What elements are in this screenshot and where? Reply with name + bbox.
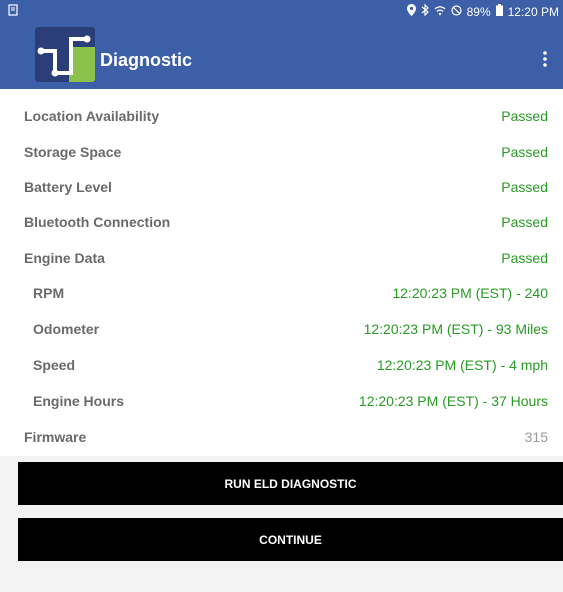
diagnostic-label: Firmware	[24, 429, 87, 445]
do-not-disturb-icon	[450, 4, 462, 19]
diagnostic-label: Storage Space	[24, 144, 122, 160]
page-title: Diagnostic	[100, 50, 193, 70]
diagnostic-value: 12:20:23 PM (EST) - 240	[392, 285, 548, 301]
app-logo-icon	[35, 27, 95, 82]
diagnostic-row-bluetooth: Bluetooth Connection Passed	[0, 204, 563, 240]
status-time: 12:20 PM	[507, 4, 559, 19]
diagnostic-label: Speed	[33, 357, 76, 373]
diagnostic-row-engine-data: Engine Data Passed	[0, 240, 563, 276]
app-bar: Diagnostic	[0, 22, 563, 89]
battery-icon	[495, 4, 503, 19]
location-icon	[406, 4, 416, 19]
diagnostic-row-location: Location Availability Passed	[0, 98, 563, 134]
diagnostic-row-speed: Speed 12:20:23 PM (EST) - 4 mph	[0, 347, 563, 383]
diagnostic-list: Location Availability Passed Storage Spa…	[0, 89, 563, 456]
continue-button[interactable]: CONTINUE	[18, 518, 563, 561]
diagnostic-status: Passed	[501, 214, 548, 230]
diagnostic-row-rpm: RPM 12:20:23 PM (EST) - 240	[0, 275, 563, 311]
diagnostic-row-battery: Battery Level Passed	[0, 169, 563, 205]
battery-percent: 89%	[466, 4, 491, 19]
diagnostic-value: 12:20:23 PM (EST) - 93 Miles	[363, 321, 548, 337]
diagnostic-row-storage: Storage Space Passed	[0, 134, 563, 170]
diagnostic-row-odometer: Odometer 12:20:23 PM (EST) - 93 Miles	[0, 311, 563, 347]
diagnostic-label: Odometer	[33, 321, 100, 337]
diagnostic-value: 12:20:23 PM (EST) - 37 Hours	[358, 393, 548, 409]
diagnostic-status: Passed	[501, 179, 548, 195]
diagnostic-label: Bluetooth Connection	[24, 214, 171, 230]
diagnostic-status: Passed	[501, 250, 548, 266]
diagnostic-status: Passed	[501, 144, 548, 160]
diagnostic-row-firmware: Firmware 315	[0, 419, 563, 455]
diagnostic-status: Passed	[501, 108, 548, 124]
screenshot-notification-icon	[8, 4, 18, 19]
run-eld-diagnostic-button[interactable]: RUN ELD DIAGNOSTIC	[18, 462, 563, 505]
overflow-menu-icon[interactable]	[541, 49, 549, 69]
diagnostic-row-engine-hours: Engine Hours 12:20:23 PM (EST) - 37 Hour…	[0, 383, 563, 419]
diagnostic-label: Battery Level	[24, 179, 112, 195]
diagnostic-label: Engine Data	[24, 250, 105, 266]
wifi-icon	[434, 5, 446, 19]
bluetooth-icon	[421, 3, 429, 19]
diagnostic-value: 12:20:23 PM (EST) - 4 mph	[376, 357, 548, 373]
diagnostic-label: Engine Hours	[33, 393, 125, 409]
firmware-version: 315	[524, 429, 548, 445]
diagnostic-label: RPM	[33, 285, 65, 301]
status-bar: 89% 12:20 PM	[0, 0, 563, 22]
diagnostic-label: Location Availability	[24, 108, 160, 124]
